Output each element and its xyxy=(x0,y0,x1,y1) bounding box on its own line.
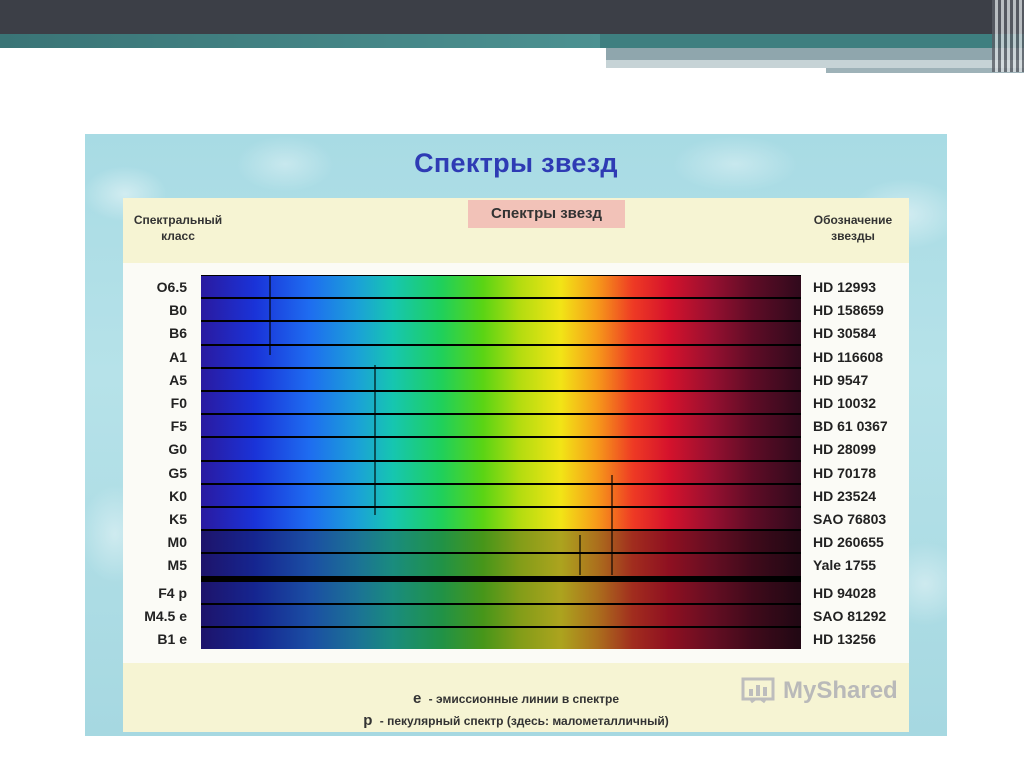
spectral-class-label: B6 xyxy=(169,325,187,342)
star-designation-label: SAO 81292 xyxy=(813,607,887,624)
star-designation-label: HD 30584 xyxy=(813,325,877,342)
spectral-class-header: Спектральный класс xyxy=(133,213,223,243)
spectrum-band xyxy=(201,299,801,321)
spectrum-band xyxy=(201,581,801,603)
figure-area: Спектры звезд Спектральный класс Обознач… xyxy=(123,198,909,732)
spectral-class-label: M0 xyxy=(167,534,187,551)
spectral-class-label: K0 xyxy=(169,487,187,504)
presentation-icon xyxy=(741,677,775,704)
slide-header-bar xyxy=(0,0,1024,34)
star-designation-label: BD 61 0367 xyxy=(813,418,888,435)
spectral-class-label: O6.5 xyxy=(156,279,187,295)
spectra-table: O6.5 HD 12993 B0 HD 158659 B6 HD 30584 A1 HD 11… xyxy=(123,263,909,663)
slide-accent-step xyxy=(606,48,1024,60)
absorption-line xyxy=(579,535,581,575)
spectral-class-label: A1 xyxy=(169,348,187,365)
star-designation-label: SAO 76803 xyxy=(813,511,887,527)
star-designation-label: HD 12993 xyxy=(813,279,877,295)
spectra-bands xyxy=(201,275,801,650)
star-designation-label: HD 13256 xyxy=(813,631,877,647)
spectrum-band xyxy=(201,368,801,390)
star-designation-label: Yale 1755 xyxy=(813,557,877,574)
spectral-class-label: B1 e xyxy=(157,631,187,647)
spectrum-band xyxy=(201,508,801,530)
star-designation-label: HD 28099 xyxy=(813,441,877,458)
spectral-class-label: M5 xyxy=(167,557,187,574)
spectrum-band xyxy=(201,531,801,553)
legend-peculiar-key: р xyxy=(363,712,373,729)
absorption-line xyxy=(374,365,376,515)
legend-peculiar-text: - пекулярный спектр (здесь: малометаллич… xyxy=(379,714,669,728)
absorption-line xyxy=(269,275,271,355)
slide-accent-step xyxy=(606,60,1024,68)
spectrum-band xyxy=(201,461,801,483)
spectral-class-label: G0 xyxy=(168,441,187,458)
slide-accent-gradient xyxy=(0,34,600,48)
spectrum-band xyxy=(201,604,801,626)
spectral-class-label: F4 p xyxy=(158,584,187,601)
spectral-class-label: F0 xyxy=(170,395,187,411)
spectrum-band xyxy=(201,415,801,437)
spectrum-band xyxy=(201,345,801,367)
legend-emission-text: - эмиссионные линии в спектре xyxy=(428,692,620,706)
figure-header-label: Спектры звезд xyxy=(468,200,625,228)
star-designation-label: HD 23524 xyxy=(813,487,877,504)
star-designation-label: HD 116608 xyxy=(813,348,884,365)
spectral-class-label: M4.5 e xyxy=(144,607,187,624)
spectral-class-label: A5 xyxy=(169,371,187,388)
spectra-image: Спектры звезд Спектры звезд Спектральный… xyxy=(85,134,947,736)
star-designation-header: Обозначение звезды xyxy=(813,213,893,243)
absorption-line xyxy=(611,475,613,575)
watermark-logo: MyShared xyxy=(741,676,898,706)
spectrum-band xyxy=(201,628,801,650)
star-designation-label: HD 10032 xyxy=(813,395,877,411)
spectrum-band xyxy=(201,438,801,460)
star-designation-label: HD 94028 xyxy=(813,584,877,601)
spectrum-band xyxy=(201,322,801,344)
legend-peculiar: р - пекулярный спектр (здесь: малометалл… xyxy=(123,712,909,729)
star-designation-label: HD 260655 xyxy=(813,534,884,551)
spectral-class-label: K5 xyxy=(169,511,187,527)
spectrum-band xyxy=(201,554,801,576)
star-designation-label: HD 158659 xyxy=(813,302,884,319)
spectrum-band xyxy=(201,484,801,506)
spectral-class-label: G5 xyxy=(168,464,187,481)
spectrum-band xyxy=(201,392,801,414)
slide-corner-decoration xyxy=(992,0,1024,72)
watermark-text: MyShared xyxy=(783,677,898,704)
spectrum-band xyxy=(201,276,801,298)
star-designation-label: HD 9547 xyxy=(813,371,869,388)
spectral-class-label: B0 xyxy=(169,302,187,319)
image-title: Спектры звезд xyxy=(414,148,618,178)
star-designation-label: HD 70178 xyxy=(813,464,877,481)
spectral-class-label: F5 xyxy=(170,418,187,435)
legend-emission-key: е xyxy=(412,690,422,707)
